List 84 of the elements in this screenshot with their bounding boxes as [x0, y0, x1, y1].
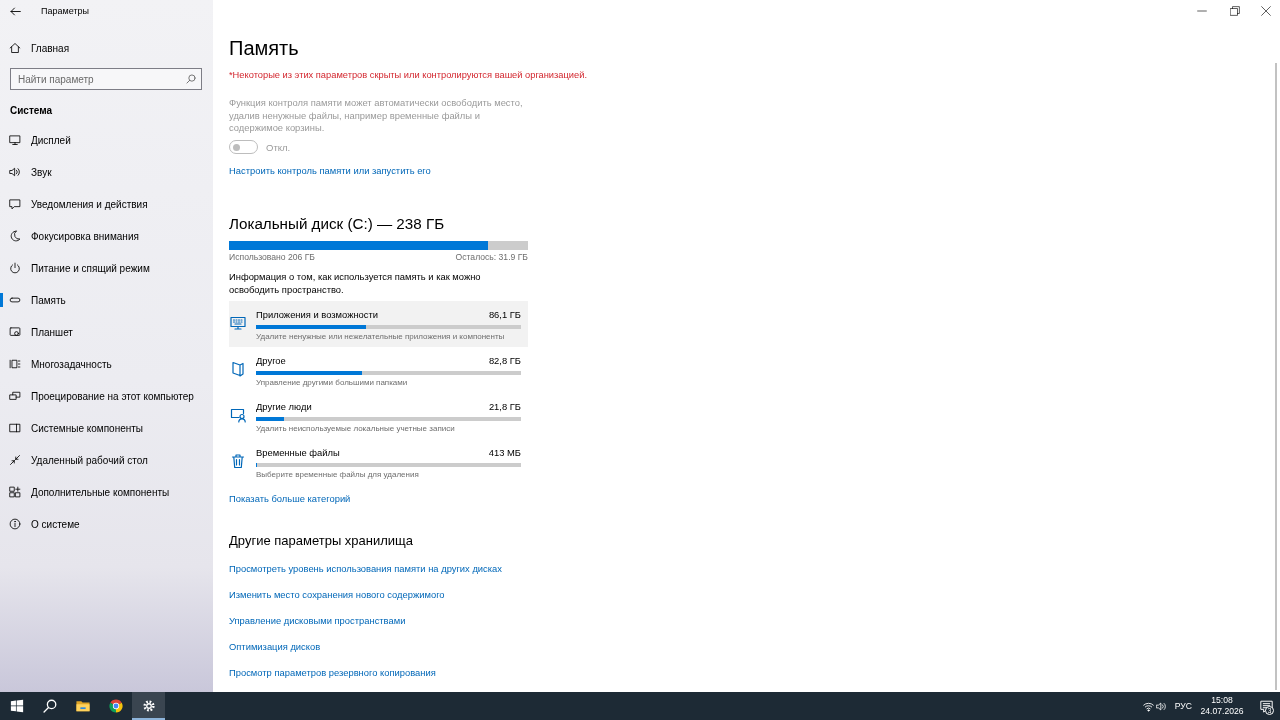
category-size: 82,8 ГБ — [488, 355, 521, 368]
drive-icon — [9, 294, 21, 306]
category-name: Временные файлы — [256, 447, 340, 460]
page-title: Память — [229, 36, 299, 61]
search-field[interactable]: Найти параметр — [10, 68, 202, 90]
category-description: Удалить неиспользуемые локальные учетные записи — [256, 422, 456, 434]
category-description: Управление другими большими папками — [256, 376, 409, 388]
free-space-label: Осталось: 31.9 ГБ — [455, 251, 528, 264]
moon-icon — [9, 230, 21, 242]
clock-button[interactable]: 15:08 24.07.2026 — [1198, 692, 1246, 720]
category-name: Другое — [256, 355, 286, 368]
clock-date: 24.07.2026 — [1200, 706, 1244, 717]
storage-settings-link[interactable]: Просмотреть уровень использования памяти на других дисках — [229, 562, 502, 577]
nav-item[interactable]: Питание и спящий режим — [0, 261, 213, 275]
nav-item[interactable]: Фокусировка внимания — [0, 229, 213, 243]
booklet-icon — [230, 361, 246, 378]
storage-category[interactable]: Другое 82,8 ГБ Управление другими большими папками — [229, 347, 528, 394]
message-icon — [9, 198, 21, 210]
storage-settings-link[interactable]: Управление дисковыми пространствами — [229, 614, 406, 629]
nav-item[interactable]: Многозадачность — [0, 357, 213, 371]
storage-category[interactable]: Другие люди 21,8 ГБ Удалить неиспользуемые локальные учетные записи — [229, 393, 528, 440]
nav-item[interactable]: Удаленный рабочий стол — [0, 453, 213, 467]
disk-info-text: Информация о том, как используется память и как можно освободить пространство. — [229, 271, 482, 297]
storage-settings-link[interactable]: Изменить место сохранения нового содержимого — [229, 588, 445, 603]
more-categories-link[interactable]: Показать больше категорий — [229, 492, 351, 507]
storage-settings-link[interactable]: Просмотр параметров резервного копирования — [229, 666, 436, 681]
settings-taskbar-button[interactable] — [132, 692, 165, 720]
nav-item[interactable]: Уведомления и действия — [0, 197, 213, 211]
close-icon — [1260, 6, 1271, 16]
nav-item[interactable]: Планшет — [0, 325, 213, 339]
home-icon — [9, 42, 21, 54]
monitor-keyboard-icon — [230, 315, 246, 332]
monitor-person-icon — [230, 407, 246, 424]
category-description: Удалите ненужные или нежелательные приложения и компоненты — [256, 330, 506, 342]
info-icon — [9, 518, 21, 530]
toggle-label: Откл. — [266, 141, 291, 153]
gear-icon — [141, 699, 156, 713]
tablet-icon — [9, 326, 21, 338]
screens-icon — [9, 390, 21, 402]
clock-time: 15:08 — [1211, 695, 1233, 706]
panel-icon — [9, 422, 21, 434]
message-icon — [1259, 699, 1273, 713]
search-icon — [186, 74, 196, 84]
storage-category[interactable]: Временные файлы 413 МБ Выберите временные файлы для удаления — [229, 439, 528, 486]
folder-icon — [75, 699, 90, 713]
start-icon — [9, 699, 24, 713]
language-indicator[interactable]: РУС — [1171, 692, 1195, 720]
section-title: Система — [10, 104, 54, 118]
trash-icon — [230, 453, 246, 470]
category-size: 86,1 ГБ — [488, 309, 521, 322]
category-size: 21,8 ГБ — [488, 401, 521, 414]
multitask-icon — [9, 358, 21, 370]
storage-category[interactable]: Приложения и возможности 86,1 ГБ Удалите ненужные или нежелательные приложения и компоненты — [229, 301, 528, 348]
monitor-icon — [9, 134, 21, 146]
crossed-arrows-icon — [9, 454, 21, 466]
power-icon — [9, 262, 21, 274]
speaker-icon — [1155, 700, 1167, 712]
nav-item[interactable]: Звук — [0, 165, 213, 179]
category-size: 413 МБ — [488, 447, 521, 460]
window-title: Параметры — [41, 6, 89, 16]
category-name: Другие люди — [256, 401, 312, 414]
storage-sense-description: Функция контроля памяти может автоматически освободить место, удалив ненужные файлы, например временные файлы и содержимое корзины. — [229, 97, 524, 136]
grid-plus-icon — [9, 486, 21, 498]
used-space-label: Использовано 206 ГБ — [229, 251, 315, 264]
back-arrow-icon — [9, 5, 21, 17]
nav-item[interactable]: Дисплей — [0, 133, 213, 147]
restore-icon — [1229, 6, 1240, 16]
wifi-icon — [1142, 700, 1154, 712]
home-button[interactable]: Главная — [0, 41, 213, 55]
policy-note: *Некоторые из этих параметров скрыты или контролируются вашей организацией. — [229, 69, 587, 82]
nav-item[interactable]: Дополнительные компоненты — [0, 485, 213, 499]
nav-item[interactable]: О системе — [0, 517, 213, 531]
search-icon — [42, 699, 57, 713]
nav-item[interactable]: Проецирование на этот компьютер — [0, 389, 213, 403]
nav-item[interactable]: Память — [0, 293, 213, 307]
speaker-icon — [9, 166, 21, 178]
scrollbar[interactable] — [1275, 63, 1277, 690]
nav-item[interactable]: Системные компоненты — [0, 421, 213, 435]
storage-settings-link[interactable]: Оптимизация дисков — [229, 640, 321, 655]
disk-title: Локальный диск (C:) — 238 ГБ — [229, 214, 445, 235]
category-name: Приложения и возможности — [256, 309, 378, 322]
category-description: Выберите временные файлы для удаления — [256, 468, 420, 480]
section-heading: Другие параметры хранилища — [229, 532, 413, 551]
browser-icon — [108, 699, 123, 713]
